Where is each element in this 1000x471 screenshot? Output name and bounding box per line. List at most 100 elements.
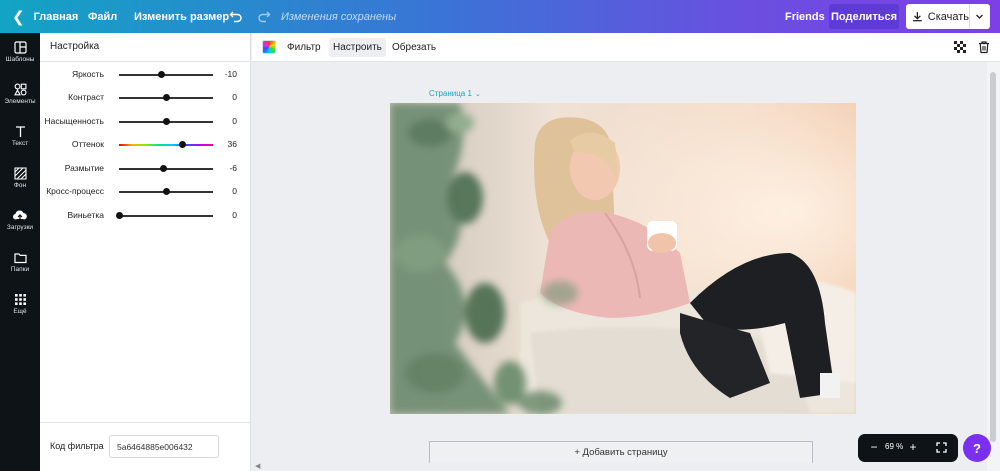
folder-icon (13, 253, 27, 264)
resize-button[interactable]: Изменить размер (134, 0, 229, 33)
text-icon (15, 126, 25, 137)
sidebar-item-text[interactable]: Текст (0, 119, 40, 159)
download-icon (912, 12, 922, 22)
templates-icon (13, 41, 27, 54)
sidebar-item-folders[interactable]: Папки (0, 245, 40, 285)
panel-title: Настройка (50, 41, 100, 52)
transparency-icon[interactable] (953, 40, 967, 54)
scrollbar-thumb[interactable] (990, 72, 996, 442)
tab-filter[interactable]: Фильтр (283, 38, 325, 57)
slider-label: Оттенок (71, 139, 104, 149)
slider-handle[interactable] (162, 118, 170, 125)
sidebar-item-background[interactable]: Фон (0, 161, 40, 201)
left-sidebar: Шаблоны Элементы Текст Фон Загрузки Папк… (0, 33, 40, 471)
home-label: Главная (33, 10, 79, 23)
slider-label: Насыщенность (44, 116, 104, 126)
resize-label: Изменить размер (134, 10, 230, 23)
vertical-scrollbar[interactable] (987, 62, 1000, 471)
design-photo[interactable] (390, 103, 856, 414)
top-bar: ❮ Главная Файл Изменить размер Изменения… (0, 0, 1000, 33)
slider-label: Размытие (64, 163, 104, 173)
zoom-value[interactable]: 69 % (885, 442, 903, 451)
slider-row: Контраст 0 (40, 90, 251, 106)
zoom-out-button[interactable]: − (867, 440, 881, 454)
tab-crop[interactable]: Обрезать (388, 38, 440, 57)
share-label: Поделиться (830, 10, 898, 23)
page-label: Страница 1 (429, 89, 472, 98)
trash-icon[interactable] (977, 40, 991, 54)
file-menu-button[interactable]: Файл (88, 0, 117, 33)
fullscreen-icon[interactable] (936, 442, 947, 453)
slider-value: 0 (232, 116, 237, 126)
tab-adjust[interactable]: Настроить (329, 38, 386, 57)
sidebar-item-templates[interactable]: Шаблоны (0, 35, 40, 75)
image-toolbar: Фильтр Настроить Обрезать (252, 33, 1000, 62)
sidebar-item-uploads[interactable]: Загрузки (0, 203, 40, 243)
home-button[interactable]: ❮ Главная (12, 0, 78, 33)
color-swatch-icon[interactable] (262, 40, 276, 54)
slider-row: Виньетка 0 (40, 208, 251, 224)
adjust-panel: Настройка Яркость -10 Контраст 0 Насыщенност… (40, 33, 251, 471)
slider-track[interactable] (119, 215, 213, 217)
slider-handle[interactable] (162, 188, 170, 195)
sidebar-item-label: Папки (10, 266, 30, 273)
sidebar-item-label: Элементы (4, 98, 36, 105)
sidebar-item-more[interactable]: Ещё (0, 287, 40, 327)
tab-filter-label: Фильтр (287, 42, 321, 53)
slider-handle[interactable] (179, 141, 187, 148)
slider-label: Кросс-процесс (46, 186, 104, 196)
slider-label: Виньетка (67, 210, 104, 220)
slider-value: 0 (232, 210, 237, 220)
slider-handle[interactable] (157, 71, 165, 78)
slider-label: Яркость (72, 69, 104, 79)
slider-row: Кросс-процесс 0 (40, 184, 251, 200)
redo-icon[interactable] (257, 9, 271, 23)
download-main[interactable]: Скачать (906, 4, 970, 29)
page-title-dropdown[interactable]: Страница 1 ⌄ (429, 89, 481, 98)
chevron-down-icon: ⌄ (474, 90, 481, 98)
chevron-left-icon: ❮ (12, 8, 25, 26)
slider-value: 36 (227, 139, 237, 149)
filter-code-label: Код фильтра (50, 441, 104, 451)
sidebar-item-label: Загрузки (6, 224, 34, 231)
elements-icon (13, 83, 27, 96)
divider (40, 61, 251, 62)
hue-slider-track[interactable] (119, 144, 213, 146)
save-status: Изменения сохранены (281, 10, 397, 23)
photo-image (390, 103, 856, 414)
slider-track[interactable] (119, 74, 213, 76)
slider-value: -6 (229, 163, 237, 173)
zoom-in-button[interactable]: + (906, 440, 920, 454)
team-name-button[interactable]: Friends (785, 0, 825, 33)
upload-icon (13, 210, 27, 221)
slider-row: Яркость -10 (40, 67, 251, 83)
sidebar-item-elements[interactable]: Элементы (0, 77, 40, 117)
add-page-button[interactable]: + Добавить страницу (429, 441, 813, 463)
chevron-down-icon[interactable] (975, 12, 984, 21)
sidebar-item-label: Фон (13, 182, 27, 189)
slider-value: -10 (224, 69, 237, 79)
slider-handle[interactable] (159, 165, 167, 172)
sidebar-item-label: Шаблоны (5, 56, 35, 63)
canvas-workspace: Страница 1 ⌄ + Добавить страницу (252, 62, 987, 471)
help-button[interactable]: ? (963, 434, 991, 462)
slider-handle[interactable] (115, 212, 123, 219)
slider-handle[interactable] (162, 94, 170, 101)
download-button[interactable]: Скачать (906, 4, 990, 29)
zoom-control: − 69 % + (858, 434, 958, 462)
more-grid-icon (14, 294, 26, 305)
tab-adjust-label: Настроить (333, 42, 382, 53)
add-page-label: + Добавить страницу (574, 447, 668, 458)
scroll-left-icon[interactable]: ◀ (255, 462, 260, 470)
sidebar-item-label: Ещё (13, 308, 27, 315)
friends-label: Friends (785, 10, 825, 23)
share-button[interactable]: Поделиться (829, 4, 899, 29)
download-label: Скачать (927, 10, 969, 23)
tab-crop-label: Обрезать (392, 42, 437, 53)
filter-code-input[interactable] (109, 435, 219, 458)
slider-value: 0 (232, 92, 237, 102)
undo-icon[interactable] (229, 9, 243, 23)
slider-label: Контраст (68, 92, 104, 102)
slider-row: Оттенок 36 (40, 137, 251, 153)
slider-value: 0 (232, 186, 237, 196)
